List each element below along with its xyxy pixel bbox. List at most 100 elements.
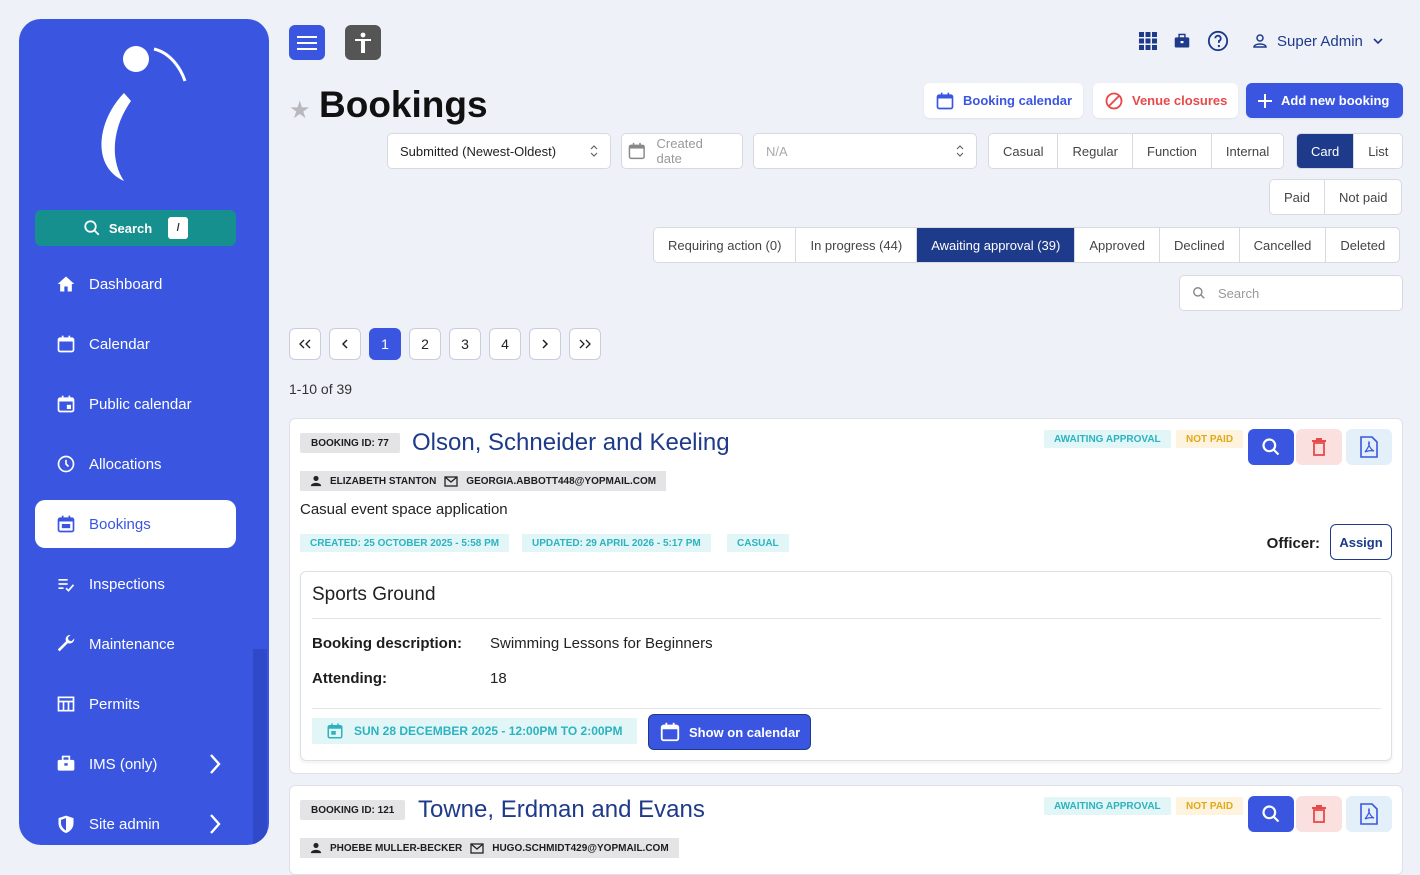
created-tag: CREATED: 25 OCTOBER 2025 - 5:58 PM — [300, 534, 510, 552]
type-regular[interactable]: Regular — [1058, 134, 1133, 168]
user-icon — [1253, 34, 1267, 48]
booking-card: BOOKING ID: 77 Olson, Schneider and Keel… — [289, 418, 1403, 774]
venue-select-value: N/A — [766, 143, 788, 159]
sidebar-item-bookings[interactable]: Bookings — [35, 500, 236, 548]
page-4-button[interactable]: 4 — [489, 328, 521, 360]
status-cancelled[interactable]: Cancelled — [1240, 228, 1327, 262]
attending-label: Attending: — [312, 670, 387, 687]
status-in-progress[interactable]: In progress (44) — [796, 228, 918, 262]
first-page-button[interactable] — [289, 328, 321, 360]
sidebar-item-ims[interactable]: IMS (only) — [35, 740, 236, 788]
page-1-button[interactable]: 1 — [369, 328, 401, 360]
help-icon[interactable] — [1207, 30, 1229, 52]
status-badge: AWAITING APPROVAL — [1044, 430, 1171, 448]
briefcase-icon[interactable] — [1173, 33, 1191, 49]
type-function[interactable]: Function — [1133, 134, 1212, 168]
booking-title[interactable]: Towne, Erdman and Evans — [418, 796, 705, 824]
contact-name: PHOEBE MULLER-BECKER — [330, 842, 463, 854]
attending-value: 18 — [490, 670, 507, 687]
booking-calendar-label: Booking calendar — [963, 93, 1073, 108]
venue-name: Sports Ground — [312, 584, 436, 605]
last-page-button[interactable] — [569, 328, 601, 360]
sidebar-item-label: Inspections — [89, 575, 165, 593]
type-internal[interactable]: Internal — [1212, 134, 1283, 168]
booking-calendar-button[interactable]: Booking calendar — [924, 83, 1084, 118]
payment-badge: NOT PAID — [1176, 797, 1244, 815]
search-icon — [84, 220, 100, 236]
prev-page-button[interactable] — [329, 328, 361, 360]
sidebar-item-label: Maintenance — [89, 635, 175, 653]
sidebar-item-inspections[interactable]: Inspections — [35, 560, 236, 608]
view-booking-button[interactable] — [1248, 429, 1294, 465]
sidebar-item-site-admin[interactable]: Site admin — [35, 800, 236, 845]
calendar-icon — [628, 142, 645, 160]
view-card[interactable]: Card — [1297, 134, 1355, 168]
apps-grid-icon[interactable] — [1139, 32, 1157, 50]
bookings-search-input[interactable]: Search — [1179, 275, 1403, 311]
contact-email[interactable]: GEORGIA.ABBOTT448@YOPMAIL.COM — [466, 476, 656, 487]
sidebar-item-dashboard[interactable]: Dashboard — [35, 260, 236, 308]
menu-toggle-button[interactable] — [289, 25, 325, 60]
calendar-event-icon — [55, 393, 77, 415]
venue-closures-label: Venue closures — [1132, 93, 1228, 108]
user-menu[interactable]: Super Admin — [1253, 33, 1383, 50]
favorite-star-icon[interactable]: ★ — [289, 96, 311, 125]
sidebar-item-calendar[interactable]: Calendar — [35, 320, 236, 368]
wrench-icon — [55, 633, 77, 655]
booking-title[interactable]: Olson, Schneider and Keeling — [412, 429, 730, 457]
sidebar-nav: Dashboard Calendar Public calendar Alloc… — [35, 260, 236, 845]
delete-booking-button[interactable] — [1296, 429, 1342, 465]
sidebar-item-allocations[interactable]: Allocations — [35, 440, 236, 488]
export-pdf-button[interactable] — [1346, 796, 1392, 832]
sidebar-item-permits[interactable]: Permits — [35, 680, 236, 728]
status-badge: AWAITING APPROVAL — [1044, 797, 1171, 815]
sort-select[interactable]: Submitted (Newest-Oldest) — [387, 133, 611, 169]
venue-select[interactable]: N/A — [753, 133, 977, 169]
booking-date: SUN 28 DECEMBER 2025 - 12:00PM TO 2:00PM — [354, 724, 623, 738]
user-name: Super Admin — [1277, 32, 1363, 50]
accessibility-button[interactable] — [345, 25, 381, 60]
add-new-booking-button[interactable]: Add new booking — [1246, 83, 1403, 118]
payment-not-paid[interactable]: Not paid — [1325, 180, 1401, 214]
clock-icon — [55, 453, 77, 475]
venue-closures-button[interactable]: Venue closures — [1093, 83, 1239, 118]
sidebar-item-label: Public calendar — [89, 395, 192, 413]
calendar-icon — [660, 722, 680, 742]
sidebar-scrollbar[interactable] — [253, 649, 267, 845]
search-placeholder: Search — [1218, 285, 1260, 301]
view-booking-button[interactable] — [1248, 796, 1294, 832]
export-pdf-button[interactable] — [1346, 429, 1392, 465]
status-approved[interactable]: Approved — [1075, 228, 1160, 262]
status-awaiting-approval[interactable]: Awaiting approval (39) — [917, 228, 1076, 262]
search-icon — [1262, 438, 1280, 456]
status-requiring-action[interactable]: Requiring action (0) — [654, 228, 797, 262]
sidebar-item-maintenance[interactable]: Maintenance — [35, 620, 236, 668]
type-casual[interactable]: Casual — [989, 134, 1059, 168]
show-on-calendar-button[interactable]: Show on calendar — [648, 714, 812, 750]
sidebar-item-label: Bookings — [89, 515, 151, 533]
calendar-check-icon — [55, 513, 77, 535]
delete-booking-button[interactable] — [1296, 796, 1342, 832]
page-3-button[interactable]: 3 — [449, 328, 481, 360]
sidebar-item-label: Site admin — [89, 815, 160, 833]
status-declined[interactable]: Declined — [1160, 228, 1240, 262]
booking-id: BOOKING ID: 77 — [300, 433, 400, 453]
payment-paid[interactable]: Paid — [1270, 180, 1326, 214]
sidebar-search-button[interactable]: Search / — [35, 210, 236, 246]
sidebar-item-public-calendar[interactable]: Public calendar — [35, 380, 236, 428]
contact-email[interactable]: HUGO.SCHMIDT429@YOPMAIL.COM — [492, 843, 668, 854]
pdf-file-icon — [1360, 803, 1378, 825]
sidebar-item-label: Allocations — [89, 455, 162, 473]
assign-officer-button[interactable]: Assign — [1330, 524, 1392, 560]
sidebar-search-label: Search — [108, 220, 153, 236]
view-list[interactable]: List — [1354, 134, 1402, 168]
chevron-left-icon — [341, 339, 348, 349]
created-date-field[interactable]: Created date — [621, 133, 743, 169]
next-page-button[interactable] — [529, 328, 561, 360]
status-deleted[interactable]: Deleted — [1326, 228, 1399, 262]
contact-name: ELIZABETH STANTON — [330, 475, 437, 487]
page-2-button[interactable]: 2 — [409, 328, 441, 360]
view-toggle: Card List — [1296, 133, 1404, 169]
top-right-tools: Super Admin — [1139, 30, 1383, 52]
chevron-down-icon — [1373, 37, 1383, 44]
